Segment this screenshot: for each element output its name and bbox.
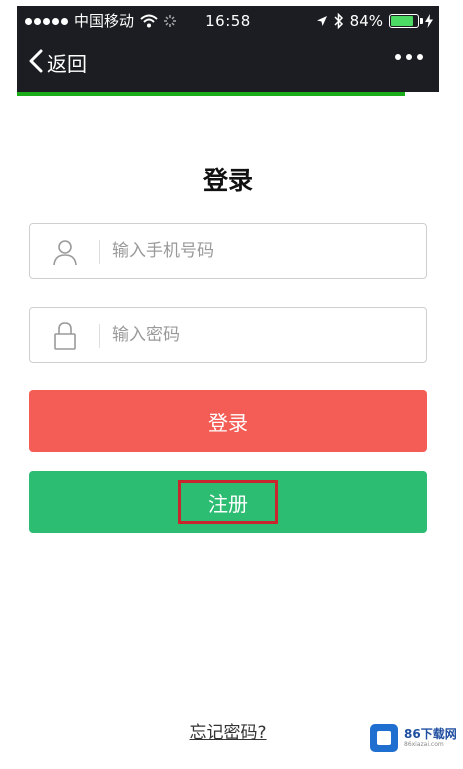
user-icon	[50, 237, 80, 267]
chevron-left-icon	[29, 49, 43, 77]
register-button-label: 注册	[208, 491, 248, 516]
lock-icon	[50, 321, 80, 351]
login-button-label: 登录	[208, 410, 248, 435]
password-field[interactable]	[29, 307, 427, 363]
login-button[interactable]: 登录	[29, 390, 427, 452]
watermark-name: 86下载网	[404, 727, 457, 741]
watermark-logo-icon	[370, 724, 398, 752]
status-right: 84%	[316, 6, 433, 36]
status-bar: 中国移动 16:58 84%	[17, 6, 439, 36]
back-label: 返回	[47, 52, 87, 76]
battery-icon	[389, 14, 423, 28]
charging-icon	[425, 14, 433, 28]
progress-fill	[17, 92, 406, 96]
bluetooth-icon	[334, 13, 344, 29]
watermark-text: 86下载网 86xiazai.com	[404, 728, 457, 748]
phone-screen: 中国移动 16:58 84% 返回 登录 输入手机号码 登录 注册 忘记密码?	[17, 6, 439, 763]
battery-level	[391, 16, 413, 26]
register-button[interactable]: 注册	[29, 471, 427, 533]
register-highlight: 注册	[178, 480, 278, 524]
watermark-domain: 86xiazai.com	[404, 741, 444, 748]
phone-input[interactable]	[110, 224, 410, 278]
top-bar: 中国移动 16:58 84% 返回	[17, 6, 439, 92]
field-divider	[99, 240, 100, 264]
page-title: 登录	[202, 166, 253, 195]
field-divider	[99, 324, 100, 348]
nav-bar: 返回	[17, 36, 439, 92]
location-icon	[316, 15, 328, 27]
phone-field[interactable]	[29, 223, 427, 279]
battery-percent: 84%	[349, 12, 383, 30]
page-load-progress	[17, 92, 439, 96]
more-icon[interactable]	[395, 54, 423, 60]
back-button[interactable]: 返回	[29, 48, 87, 77]
site-watermark: 86下载网 86xiazai.com	[370, 722, 458, 754]
password-input[interactable]	[110, 308, 410, 362]
